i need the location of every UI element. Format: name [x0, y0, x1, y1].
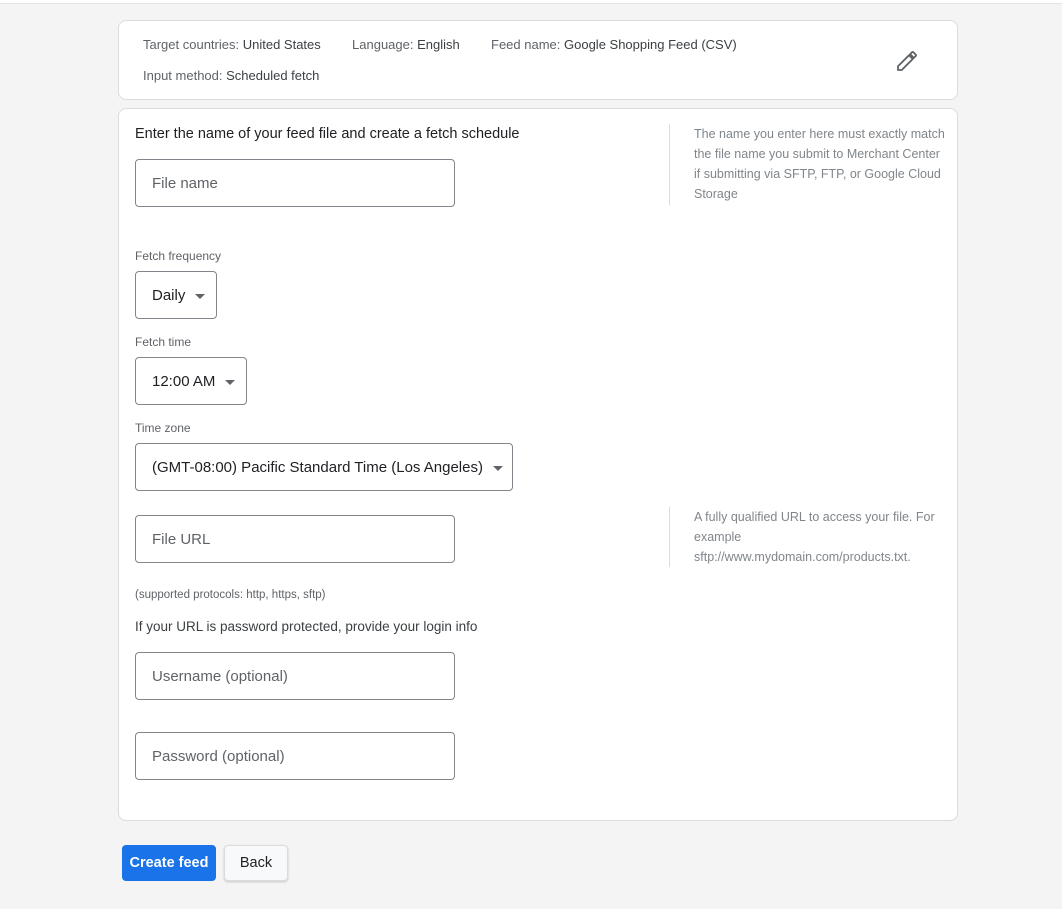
time-zone-dropdown[interactable]: (GMT-08:00) Pacific Standard Time (Los A… [135, 443, 513, 491]
form-heading: Enter the name of your feed file and cre… [135, 126, 520, 142]
fetch-time-value: 12:00 AM [152, 372, 216, 390]
caret-down-icon [492, 465, 503, 471]
fetch-time-dropdown[interactable]: 12:00 AM [135, 357, 247, 405]
fetch-frequency-dropdown[interactable]: Daily [135, 271, 217, 319]
create-feed-button[interactable]: Create feed [122, 845, 216, 881]
file-name-help-text: The name you enter here must exactly mat… [669, 124, 949, 205]
caret-down-icon [195, 293, 206, 299]
login-info-heading: If your URL is password protected, provi… [135, 619, 478, 634]
feed-summary-card: Target countries: United States Language… [118, 20, 958, 100]
input-method-value: Scheduled fetch [226, 68, 320, 83]
file-url-input[interactable] [135, 515, 455, 563]
target-countries-value: United States [242, 37, 321, 52]
summary-row-2: Input method: Scheduled fetch [143, 68, 319, 83]
language-label: Language: [352, 37, 414, 52]
back-button[interactable]: Back [224, 845, 288, 881]
password-input[interactable] [135, 732, 455, 780]
fetch-frequency-value: Daily [152, 286, 186, 304]
supported-protocols-note: (supported protocols: http, https, sftp) [135, 589, 326, 601]
file-url-help-text: A fully qualified URL to access your fil… [669, 507, 954, 567]
fetch-settings-card: Enter the name of your feed file and cre… [118, 108, 958, 821]
file-name-input[interactable] [135, 159, 455, 207]
feed-name-label: Feed name: [491, 37, 561, 52]
username-input[interactable] [135, 652, 455, 700]
caret-down-icon [225, 379, 236, 385]
time-zone-value: (GMT-08:00) Pacific Standard Time (Los A… [152, 458, 483, 476]
summary-row-1: Target countries: United States Language… [143, 37, 737, 52]
top-divider [0, 0, 1062, 4]
fetch-frequency-label: Fetch frequency [135, 249, 222, 263]
edit-summary-button[interactable] [895, 49, 919, 73]
target-countries-label: Target countries: [143, 37, 240, 52]
input-method-label: Input method: [143, 68, 223, 83]
language-value: English [417, 37, 460, 52]
time-zone-label: Time zone [135, 421, 191, 435]
fetch-time-label: Fetch time [135, 335, 192, 349]
pencil-icon [897, 51, 917, 71]
feed-name-value: Google Shopping Feed (CSV) [564, 37, 737, 52]
